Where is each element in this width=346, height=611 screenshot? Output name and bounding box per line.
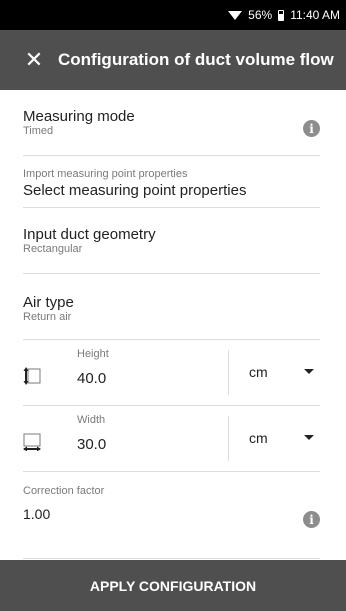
wifi-icon [228, 10, 243, 20]
height-unit-select[interactable]: cm [238, 352, 320, 392]
width-label: Width [77, 414, 106, 426]
info-icon[interactable]: i [303, 120, 320, 137]
height-label: Height [77, 348, 109, 360]
divider [228, 416, 229, 461]
measuring-mode-row[interactable]: Measuring mode Timed i [23, 90, 320, 156]
width-unit-value: cm [249, 430, 268, 446]
measuring-mode-value: Timed [23, 125, 54, 137]
divider [228, 350, 229, 395]
import-properties-label: Import measuring point properties [23, 168, 188, 180]
height-icon [23, 367, 41, 385]
height-input[interactable]: 40.0 [77, 370, 106, 387]
duct-geometry-value: Rectangular [23, 243, 83, 255]
clock: 11:40 AM [290, 8, 340, 22]
width-row: Width 30.0 cm [23, 406, 320, 472]
battery-percent: 56% [248, 8, 273, 22]
measuring-mode-label: Measuring mode [23, 108, 135, 125]
import-properties-row[interactable]: Import measuring point properties Select… [23, 156, 320, 208]
apply-configuration-button[interactable]: APPLY CONFIGURATION [0, 560, 346, 611]
air-type-value: Return air [23, 311, 72, 323]
apply-configuration-label: APPLY CONFIGURATION [89, 577, 257, 594]
height-unit-value: cm [249, 364, 268, 380]
correction-factor-label: Correction factor [23, 485, 105, 497]
width-unit-select[interactable]: cm [238, 418, 320, 458]
chevron-down-icon [304, 435, 314, 440]
air-type-row[interactable]: Air type Return air [23, 274, 320, 339]
duct-geometry-row[interactable]: Input duct geometry Rectangular [23, 208, 320, 274]
correction-factor-row: Correction factor 1.00 i [23, 472, 320, 559]
battery-icon [278, 9, 285, 21]
config-form: Measuring mode Timed i Import measuring … [23, 90, 320, 559]
close-button[interactable]: ✕ [12, 30, 56, 90]
air-type-label: Air type [23, 294, 74, 311]
info-icon[interactable]: i [303, 511, 320, 528]
status-bar: 56% 11:40 AM [0, 0, 346, 30]
width-input[interactable]: 30.0 [77, 436, 106, 453]
chevron-down-icon [304, 369, 314, 374]
width-icon [23, 433, 41, 451]
correction-factor-input[interactable]: 1.00 [23, 506, 320, 522]
page-title: Configuration of duct volume flow [58, 50, 334, 69]
app-bar: ✕ Configuration of duct volume flow [0, 30, 346, 90]
import-properties-value: Select measuring point properties [23, 182, 247, 199]
close-icon: ✕ [24, 47, 44, 72]
height-row: Height 40.0 cm [23, 339, 320, 406]
duct-geometry-label: Input duct geometry [23, 226, 156, 243]
